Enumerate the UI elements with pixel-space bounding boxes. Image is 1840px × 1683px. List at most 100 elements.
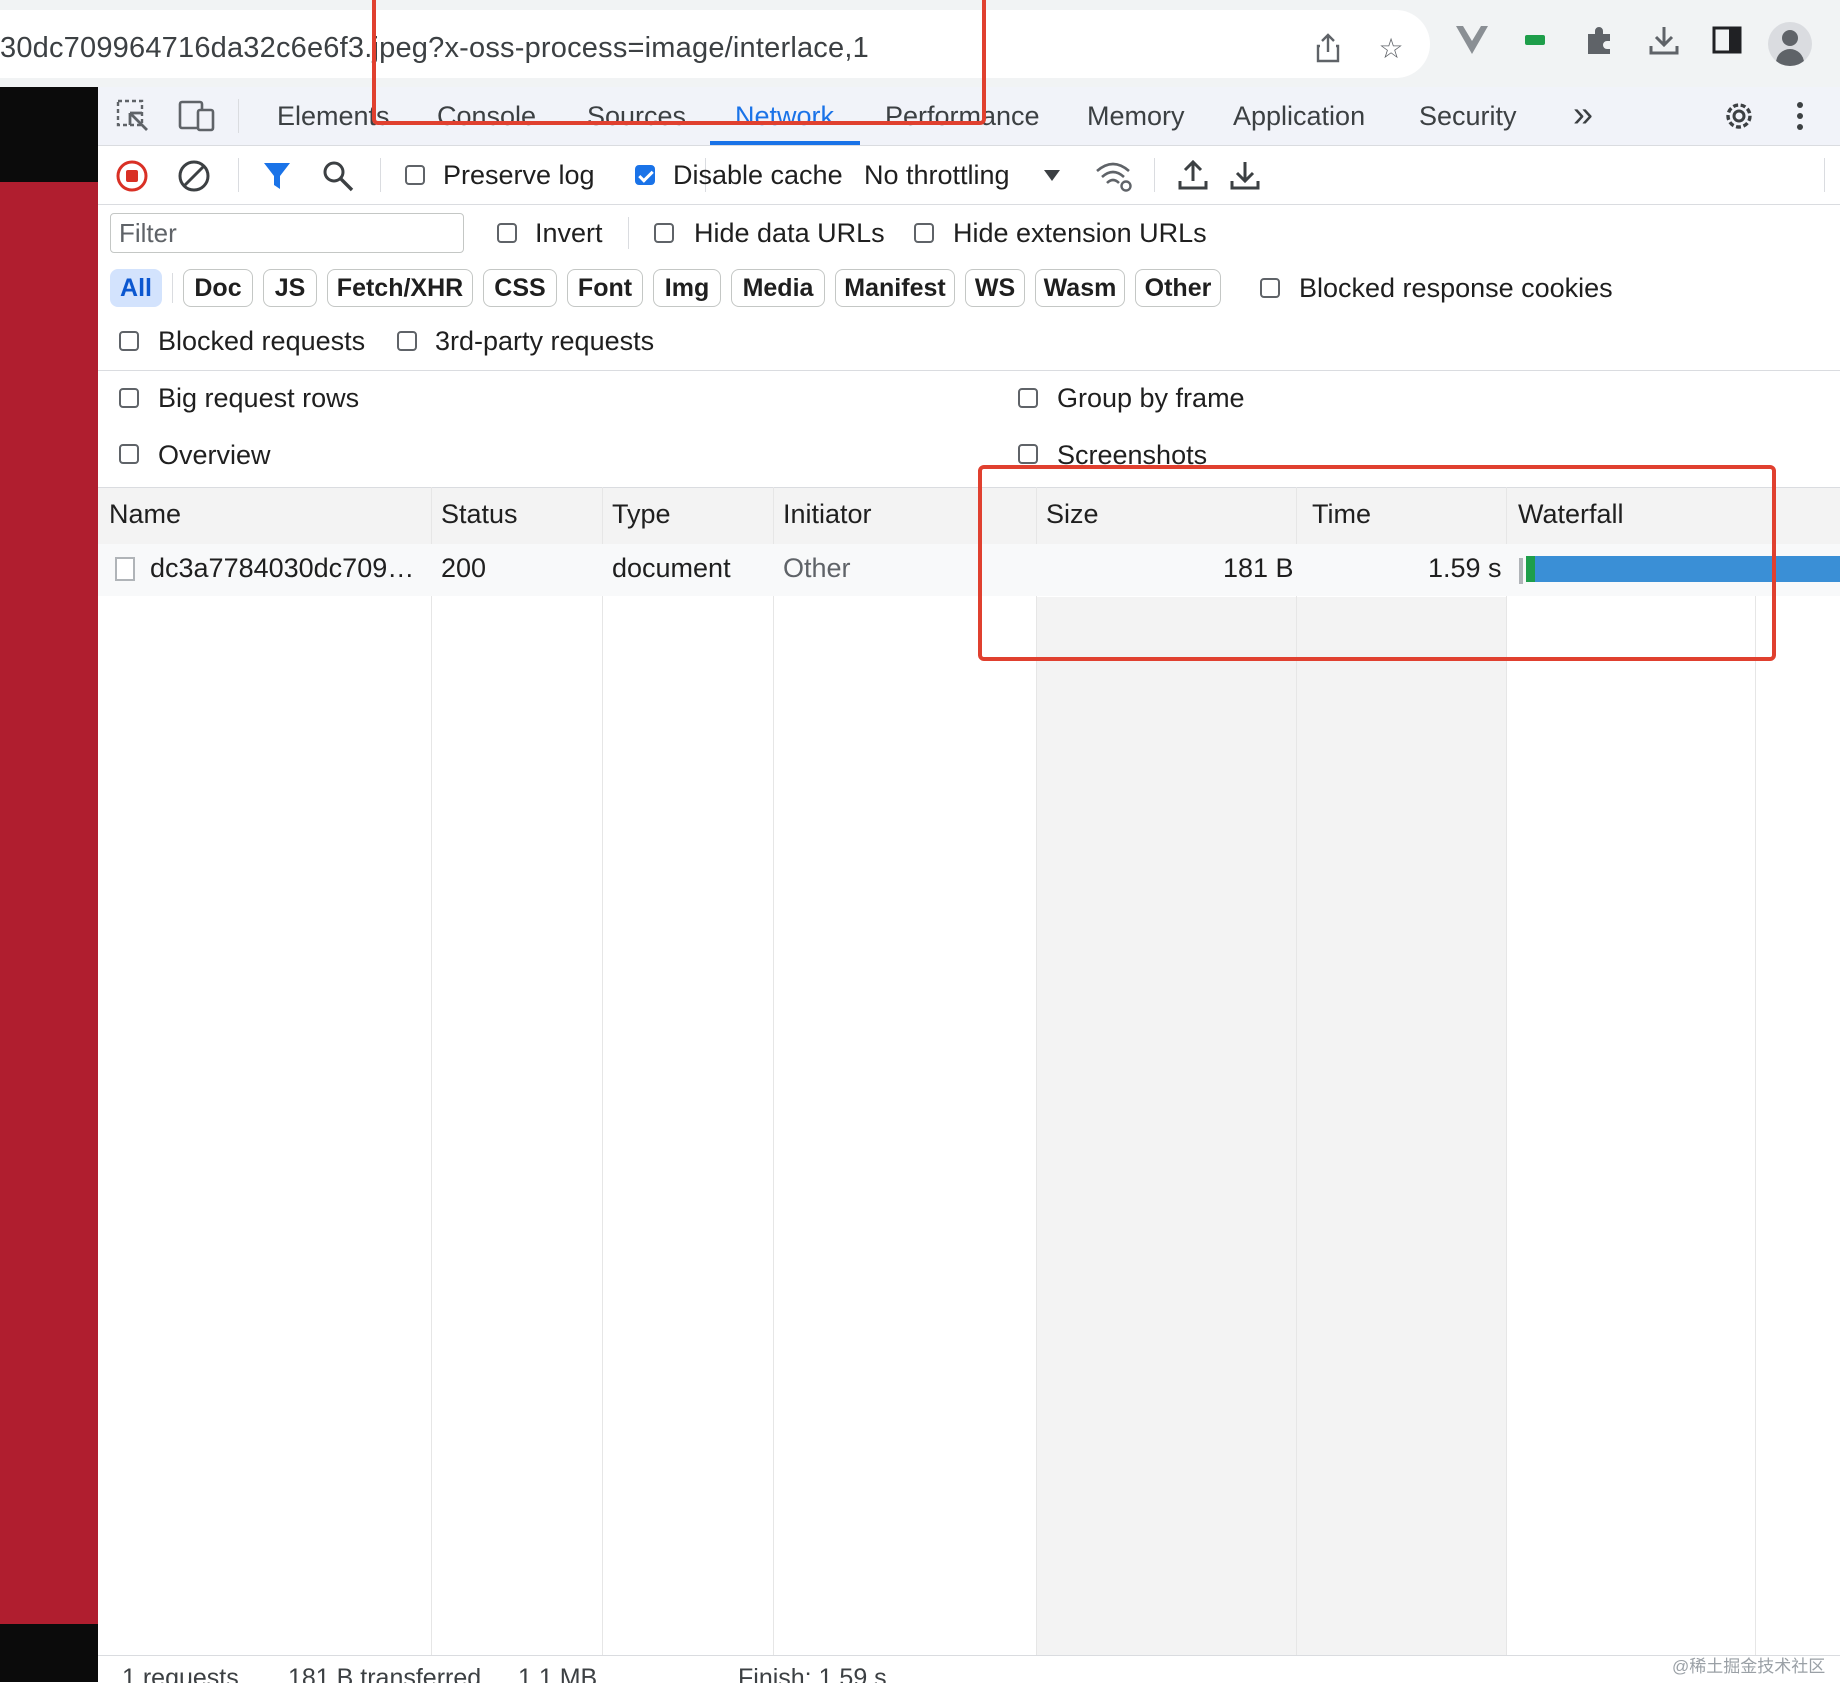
screenshots-checkbox[interactable]	[1018, 444, 1038, 464]
column-divider	[1296, 487, 1297, 1677]
sorted-column-shade	[1296, 597, 1506, 1677]
side-panel-icon[interactable]	[1707, 20, 1747, 60]
blocked-requests-checkbox[interactable]	[119, 331, 139, 351]
page-content-strip	[0, 87, 98, 1682]
type-filter-media[interactable]: Media	[731, 269, 825, 307]
column-header-name[interactable]: Name	[109, 499, 181, 530]
column-divider	[1036, 487, 1037, 1677]
annotation-box-url	[372, 0, 986, 125]
type-filter-doc[interactable]: Doc	[183, 269, 253, 307]
group-by-frame-checkbox[interactable]	[1018, 388, 1038, 408]
big-request-rows-label: Big request rows	[158, 383, 360, 413]
third-party-requests-checkbox[interactable]	[397, 331, 417, 351]
type-filter-font[interactable]: Font	[567, 269, 643, 307]
hide-data-urls-checkbox[interactable]	[654, 223, 674, 243]
column-divider	[602, 487, 603, 1677]
filter-divider	[628, 217, 629, 249]
chip-divider	[172, 273, 173, 303]
third-party-requests-label: 3rd-party requests	[435, 326, 655, 356]
status-request-count: 1 requests	[122, 1664, 239, 1683]
column-divider	[1506, 487, 1507, 1677]
preserve-log-checkbox[interactable]	[405, 165, 425, 185]
vue-devtools-icon[interactable]	[1452, 20, 1492, 60]
tab-bar-divider	[238, 99, 239, 133]
stop-recording-icon[interactable]	[114, 158, 150, 194]
request-name[interactable]: dc3a7784030dc709…	[150, 553, 414, 584]
download-icon[interactable]	[1644, 20, 1684, 60]
column-header-status[interactable]: Status	[441, 499, 518, 530]
request-initiator: Other	[783, 553, 851, 583]
clear-log-icon[interactable]	[176, 158, 212, 194]
status-transferred: 181 B transferred	[288, 1664, 482, 1683]
blocked-response-cookies-checkbox[interactable]	[1260, 278, 1280, 298]
group-by-frame-label: Group by frame	[1057, 383, 1245, 413]
toolbar-divider	[1824, 158, 1825, 192]
active-tab-indicator	[710, 141, 860, 145]
watermark-text: @稀土掘金技术社区	[1672, 1657, 1826, 1676]
device-toolbar-icon[interactable]	[178, 99, 216, 133]
blocked-requests-label: Blocked requests	[158, 326, 366, 356]
column-divider	[773, 487, 774, 1677]
section-divider	[98, 370, 1840, 371]
puzzle-icon[interactable]	[1580, 20, 1620, 60]
disable-cache-label: Disable cache	[673, 160, 843, 190]
filter-funnel-icon[interactable]	[260, 158, 294, 194]
blocked-response-cookies-label: Blocked response cookies	[1299, 273, 1613, 303]
hide-extension-urls-label: Hide extension URLs	[953, 218, 1207, 248]
type-filter-other[interactable]: Other	[1135, 269, 1221, 307]
overview-checkbox[interactable]	[119, 444, 139, 464]
toolbar-divider	[380, 158, 381, 192]
throttling-select[interactable]: No throttling	[864, 160, 1010, 191]
type-filter-ws[interactable]: WS	[965, 269, 1025, 307]
toolbar-divider	[238, 158, 239, 192]
share-icon[interactable]	[1312, 32, 1344, 64]
column-header-initiator[interactable]: Initiator	[783, 499, 872, 530]
column-divider	[431, 487, 432, 1677]
tab-application[interactable]: Application	[1233, 101, 1365, 132]
type-filter-all[interactable]: All	[110, 269, 162, 307]
page-dark-band-top	[0, 87, 98, 182]
document-file-icon	[115, 557, 135, 581]
network-conditions-icon[interactable]	[1094, 158, 1134, 194]
type-filter-manifest[interactable]: Manifest	[835, 269, 955, 307]
hide-data-urls-label: Hide data URLs	[694, 218, 885, 248]
disable-cache-checkbox[interactable]	[635, 165, 655, 185]
toolbar-divider	[1154, 158, 1155, 192]
more-tabs-icon[interactable]: »	[1573, 93, 1593, 135]
hide-extension-urls-checkbox[interactable]	[914, 223, 934, 243]
chevron-down-icon[interactable]	[1042, 166, 1062, 186]
overview-label: Overview	[158, 440, 271, 470]
settings-gear-icon[interactable]	[1720, 97, 1758, 135]
type-filter-fetch-xhr[interactable]: Fetch/XHR	[327, 269, 473, 307]
type-filter-js[interactable]: JS	[263, 269, 317, 307]
tab-memory[interactable]: Memory	[1087, 101, 1185, 132]
status-resources: 1.1 MB	[518, 1664, 598, 1683]
export-har-icon[interactable]	[1228, 158, 1262, 192]
type-filter-css[interactable]: CSS	[483, 269, 557, 307]
import-har-icon[interactable]	[1176, 158, 1210, 192]
devtools-panel: Elements Console Sources Network Perform…	[98, 87, 1840, 1683]
network-toolbar: Preserve log Disable cache No throttling	[98, 146, 1840, 205]
filter-input[interactable]	[110, 213, 464, 253]
sorted-column-shade	[1036, 597, 1296, 1677]
status-finish: Finish: 1.59 s	[738, 1664, 887, 1683]
more-options-icon[interactable]	[1790, 97, 1810, 135]
profile-avatar[interactable]	[1768, 22, 1812, 66]
inspect-element-icon[interactable]	[116, 99, 150, 133]
bookmark-star-icon[interactable]: ☆	[1375, 32, 1407, 64]
type-filter-img[interactable]: Img	[653, 269, 721, 307]
search-icon[interactable]	[320, 158, 356, 194]
network-status-bar: 1 requests 181 B transferred 1.1 MB Fini…	[98, 1655, 1840, 1683]
request-status: 200	[441, 553, 487, 583]
invert-checkbox[interactable]	[497, 223, 517, 243]
annotation-box-size-time	[978, 465, 1776, 661]
type-filter-wasm[interactable]: Wasm	[1035, 269, 1125, 307]
extension-badge-icon[interactable]	[1515, 20, 1555, 60]
request-type: document	[612, 553, 731, 583]
invert-label: Invert	[535, 218, 603, 248]
tab-security[interactable]: Security	[1419, 101, 1517, 132]
column-header-type[interactable]: Type	[612, 499, 671, 530]
big-request-rows-checkbox[interactable]	[119, 388, 139, 408]
waterfall-grid-line	[1755, 544, 1756, 1677]
page-dark-band-bottom	[0, 1624, 98, 1682]
